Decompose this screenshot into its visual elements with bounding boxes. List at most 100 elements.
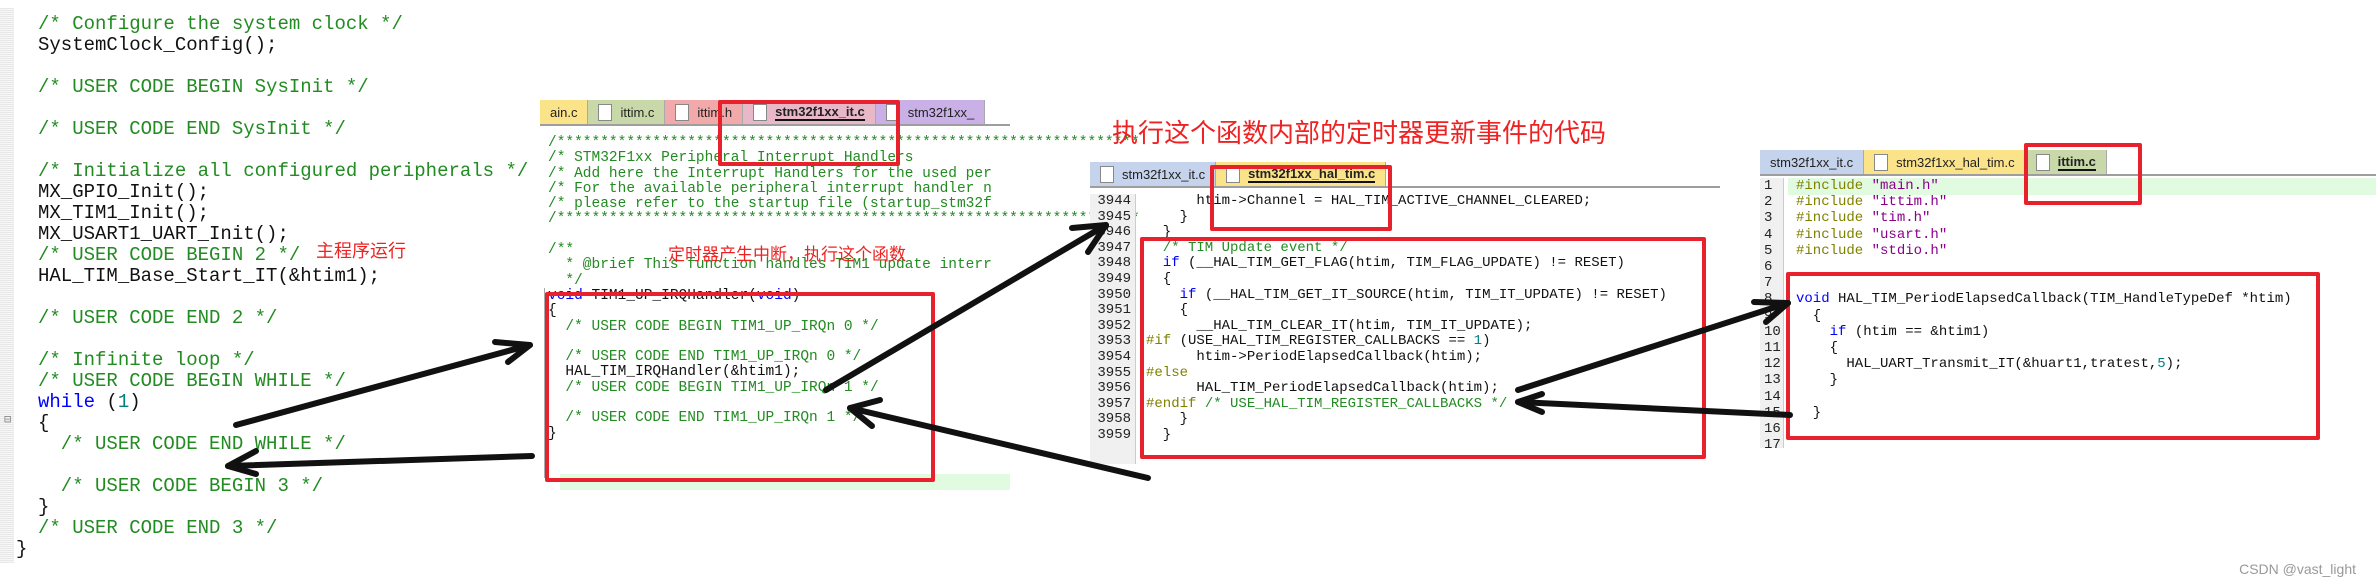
line-number: 3947 [1097,239,1131,256]
line-numbers: 1 2 3 4 5 6 7 8 9 10 11 12 13 14 15 16 17 [1760,178,1784,453]
line-number: 12 [1764,356,1781,373]
code-token: #include [1796,226,1872,243]
code-token: */ [548,272,583,289]
annotation-timer-interrupt: 定时器产生中断，执行这个函数 [668,245,906,264]
code-line: #include "usart.h" [1796,227,2292,243]
code-line: */ [548,272,1140,289]
line-number: 3952 [1097,317,1131,334]
file-tab[interactable]: ittim.c [588,100,666,124]
code-token: #include [1796,178,1872,194]
code-line: /* please refer to the startup file (sta… [548,197,1140,212]
line-number: 1 [1764,178,1773,194]
code-token: MX_TIM1_Init(); [38,202,210,224]
code-line: /* Initialize all configured peripherals… [38,161,528,182]
code-token: } [16,538,28,560]
code-token: MX_GPIO_Init(); [38,181,210,203]
line-number: 3956 [1097,380,1131,397]
file-tab-label: stm32f1xx_it.c [1122,166,1206,182]
file-icon [598,103,613,121]
code-token: #include [1796,242,1872,259]
file-icon [1874,153,1889,171]
code-line: /* USER CODE END SysInit */ [38,119,528,140]
hal-tim-c-tabbar: stm32f1xx_it.c stm32f1xx_hal_tim.c [1090,160,1720,188]
highlight-box-callback [1786,272,2320,440]
code-token: /* USER CODE BEGIN 3 */ [38,475,324,497]
code-line: } [38,497,528,518]
line-number: 3950 [1097,286,1131,303]
main-c-editor: ⊟ /* Configure the system clock */System… [0,0,528,583]
code-token: "usart.h" [1871,226,1948,243]
highlight-box-ittim-tab [2024,143,2142,205]
code-token: "main.h" [1871,178,1939,194]
line-number: 3959 [1097,426,1131,443]
line-number: 3949 [1097,270,1131,287]
highlight-box-hal-tim-tab [1210,165,1392,231]
line-number: 2 [1764,194,1773,211]
code-line: /* Infinite loop */ [38,350,528,371]
line-numbers: 3944 3945 3946 3947 3948 3949 3950 3951 3952 3953… [1090,193,1136,464]
file-tab[interactable]: ain.c [540,100,589,124]
code-token: /* USER CODE BEGIN WHILE */ [38,370,346,392]
code-token: /** [548,242,575,259]
line-number: 3955 [1097,364,1131,381]
code-line: /* Add here the Interrupt Handlers for t… [548,165,1140,182]
annotation-update-event: 执行这个函数内部的定时器更新事件的代码 [1112,118,1607,148]
file-tab[interactable]: stm32f1xx_hal_tim.c [1864,150,2026,174]
code-line: MX_USART1_UART_Init(); [38,224,528,245]
code-line: /* USER CODE END 3 */ [38,518,528,539]
line-number: 3946 [1097,224,1131,241]
annotation-main-running: 主程序运行 [316,241,406,261]
file-tab[interactable]: stm32f1xx_it.c [1760,150,1865,174]
code-line: /* USER CODE END 2 */ [38,308,528,329]
line-number: 16 [1764,421,1781,438]
editor-gutter [0,8,14,563]
code-line: #include "tim.h" [1796,210,2292,226]
code-line: SystemClock_Config(); [38,35,528,56]
code-line: /* USER CODE BEGIN 2 */ [38,245,528,266]
code-token: /* Initialize all configured peripherals… [38,160,529,182]
fold-toggle-icon[interactable]: ⊟ [4,412,11,427]
line-number: 3953 [1097,333,1131,350]
line-number: 3 [1764,210,1773,227]
highlight-box-irq-handler [545,292,935,482]
code-token: "ittim.h" [1871,194,1948,211]
code-line: HAL_TIM_Base_Start_IT(&htim1); [38,266,528,287]
code-token: } [1146,208,1189,225]
file-tab-label: ittim.c [620,104,655,120]
code-line: /* USER CODE BEGIN SysInit */ [38,77,528,98]
code-token: /* USER CODE END WHILE */ [38,433,346,455]
highlight-box-it-tab [718,100,900,166]
code-token: /* Add here the Interrupt Handlers for t… [548,165,992,182]
line-number: 11 [1764,340,1781,357]
code-token: { [38,412,50,434]
line-number: 7 [1764,275,1773,292]
file-tab[interactable]: stm32f1xx_it.c [1090,162,1217,186]
code-token: #include [1796,210,1872,227]
line-number: 17 [1764,437,1781,454]
code-line: /* For the available peripheral interrup… [548,181,1140,197]
watermark: CSDN @vast_light [2239,561,2356,577]
code-line: #include "stdio.h" [1796,243,2292,259]
code-line: } [16,539,528,560]
code-token: /* USER CODE END 2 */ [38,307,278,329]
code-token: "stdio.h" [1871,242,1948,259]
line-number: 5 [1764,242,1773,259]
code-token: while [38,391,96,413]
line-number: 6 [1764,259,1773,276]
highlight-box-update-event [1140,237,1706,459]
code-line: /* USER CODE END WHILE */ [38,434,528,455]
line-number: 14 [1764,388,1781,405]
file-tab-label: stm32f1xx_ [907,104,975,120]
line-number: 10 [1764,323,1781,340]
code-token: /* USER CODE END 3 */ [38,517,278,539]
code-token: /* Configure the system clock */ [38,13,403,35]
code-token: 1 [117,391,130,413]
code-token: "tim.h" [1871,210,1931,227]
code-line: /* USER CODE BEGIN 3 */ [38,476,528,497]
code-line: MX_TIM1_Init(); [38,203,528,224]
